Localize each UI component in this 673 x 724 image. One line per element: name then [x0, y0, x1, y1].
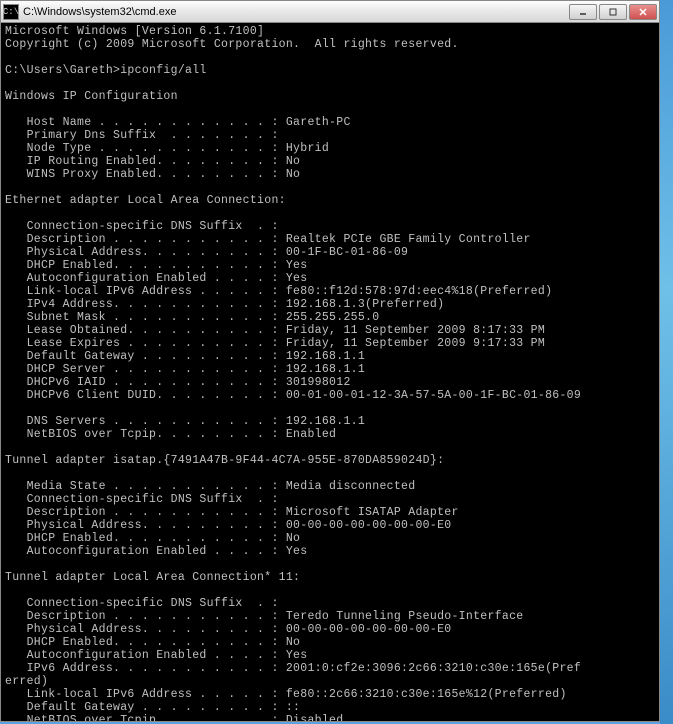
console-line: Description . . . . . . . . . . . : Tere…	[5, 610, 523, 623]
console-line: erred)	[5, 675, 48, 688]
console-line: Autoconfiguration Enabled . . . . : Yes	[5, 649, 307, 662]
window-controls	[569, 4, 657, 20]
close-button[interactable]	[629, 4, 657, 20]
console-line: Physical Address. . . . . . . . . : 00-0…	[5, 519, 451, 532]
console-line: DHCP Enabled. . . . . . . . . . . : No	[5, 532, 300, 545]
cmd-icon: C:\	[3, 4, 19, 20]
console-section: Tunnel adapter Local Area Connection* 11…	[5, 571, 300, 584]
console-line: Connection-specific DNS Suffix . :	[5, 220, 279, 233]
console-line: Copyright (c) 2009 Microsoft Corporation…	[5, 38, 459, 51]
console-line: Default Gateway . . . . . . . . . : ::	[5, 701, 300, 714]
console-line: DHCP Server . . . . . . . . . . . : 192.…	[5, 363, 365, 376]
console-line: DNS Servers . . . . . . . . . . . : 192.…	[5, 415, 365, 428]
console-line: NetBIOS over Tcpip. . . . . . . . : Disa…	[5, 714, 343, 721]
console-prompt: C:\Users\Gareth>ipconfig/all	[5, 64, 207, 77]
console-line: Microsoft Windows [Version 6.1.7100]	[5, 25, 264, 38]
console-line: Lease Expires . . . . . . . . . . : Frid…	[5, 337, 545, 350]
console-line: Media State . . . . . . . . . . . : Medi…	[5, 480, 415, 493]
desktop-edge	[660, 0, 673, 724]
console-line: IP Routing Enabled. . . . . . . . : No	[5, 155, 300, 168]
console-line: DHCPv6 IAID . . . . . . . . . . . : 3019…	[5, 376, 351, 389]
console-line: DHCPv6 Client DUID. . . . . . . . : 00-0…	[5, 389, 581, 402]
console-line: NetBIOS over Tcpip. . . . . . . . : Enab…	[5, 428, 336, 441]
console-line: Lease Obtained. . . . . . . . . . : Frid…	[5, 324, 545, 337]
console-output[interactable]: Microsoft Windows [Version 6.1.7100] Cop…	[1, 23, 659, 721]
console-line: Description . . . . . . . . . . . : Micr…	[5, 506, 459, 519]
console-line: Host Name . . . . . . . . . . . . : Gare…	[5, 116, 351, 129]
console-line: Autoconfiguration Enabled . . . . : Yes	[5, 272, 307, 285]
console-line: Connection-specific DNS Suffix . :	[5, 597, 279, 610]
console-line: WINS Proxy Enabled. . . . . . . . : No	[5, 168, 300, 181]
minimize-button[interactable]	[569, 4, 597, 20]
window-title: C:\Windows\system32\cmd.exe	[23, 6, 569, 18]
console-line: Link-local IPv6 Address . . . . . : fe80…	[5, 285, 552, 298]
console-line: Primary Dns Suffix . . . . . . . :	[5, 129, 279, 142]
console-line: Autoconfiguration Enabled . . . . : Yes	[5, 545, 307, 558]
console-line: Description . . . . . . . . . . . : Real…	[5, 233, 531, 246]
console-line: Node Type . . . . . . . . . . . . : Hybr…	[5, 142, 329, 155]
console-line: IPv6 Address. . . . . . . . . . . : 2001…	[5, 662, 581, 675]
console-line: DHCP Enabled. . . . . . . . . . . : No	[5, 636, 300, 649]
console-line: Connection-specific DNS Suffix . :	[5, 493, 279, 506]
console-line: Physical Address. . . . . . . . . : 00-1…	[5, 246, 408, 259]
console-line: IPv4 Address. . . . . . . . . . . : 192.…	[5, 298, 444, 311]
console-line: Physical Address. . . . . . . . . : 00-0…	[5, 623, 451, 636]
console-section: Ethernet adapter Local Area Connection:	[5, 194, 286, 207]
console-section: Windows IP Configuration	[5, 90, 178, 103]
cmd-window: C:\ C:\Windows\system32\cmd.exe Microsof…	[0, 0, 660, 722]
console-line: Default Gateway . . . . . . . . . : 192.…	[5, 350, 365, 363]
title-bar[interactable]: C:\ C:\Windows\system32\cmd.exe	[1, 1, 659, 23]
console-section: Tunnel adapter isatap.{7491A47B-9F44-4C7…	[5, 454, 444, 467]
maximize-button[interactable]	[599, 4, 627, 20]
console-line: DHCP Enabled. . . . . . . . . . . : Yes	[5, 259, 307, 272]
console-line: Link-local IPv6 Address . . . . . : fe80…	[5, 688, 567, 701]
console-line: Subnet Mask . . . . . . . . . . . : 255.…	[5, 311, 379, 324]
